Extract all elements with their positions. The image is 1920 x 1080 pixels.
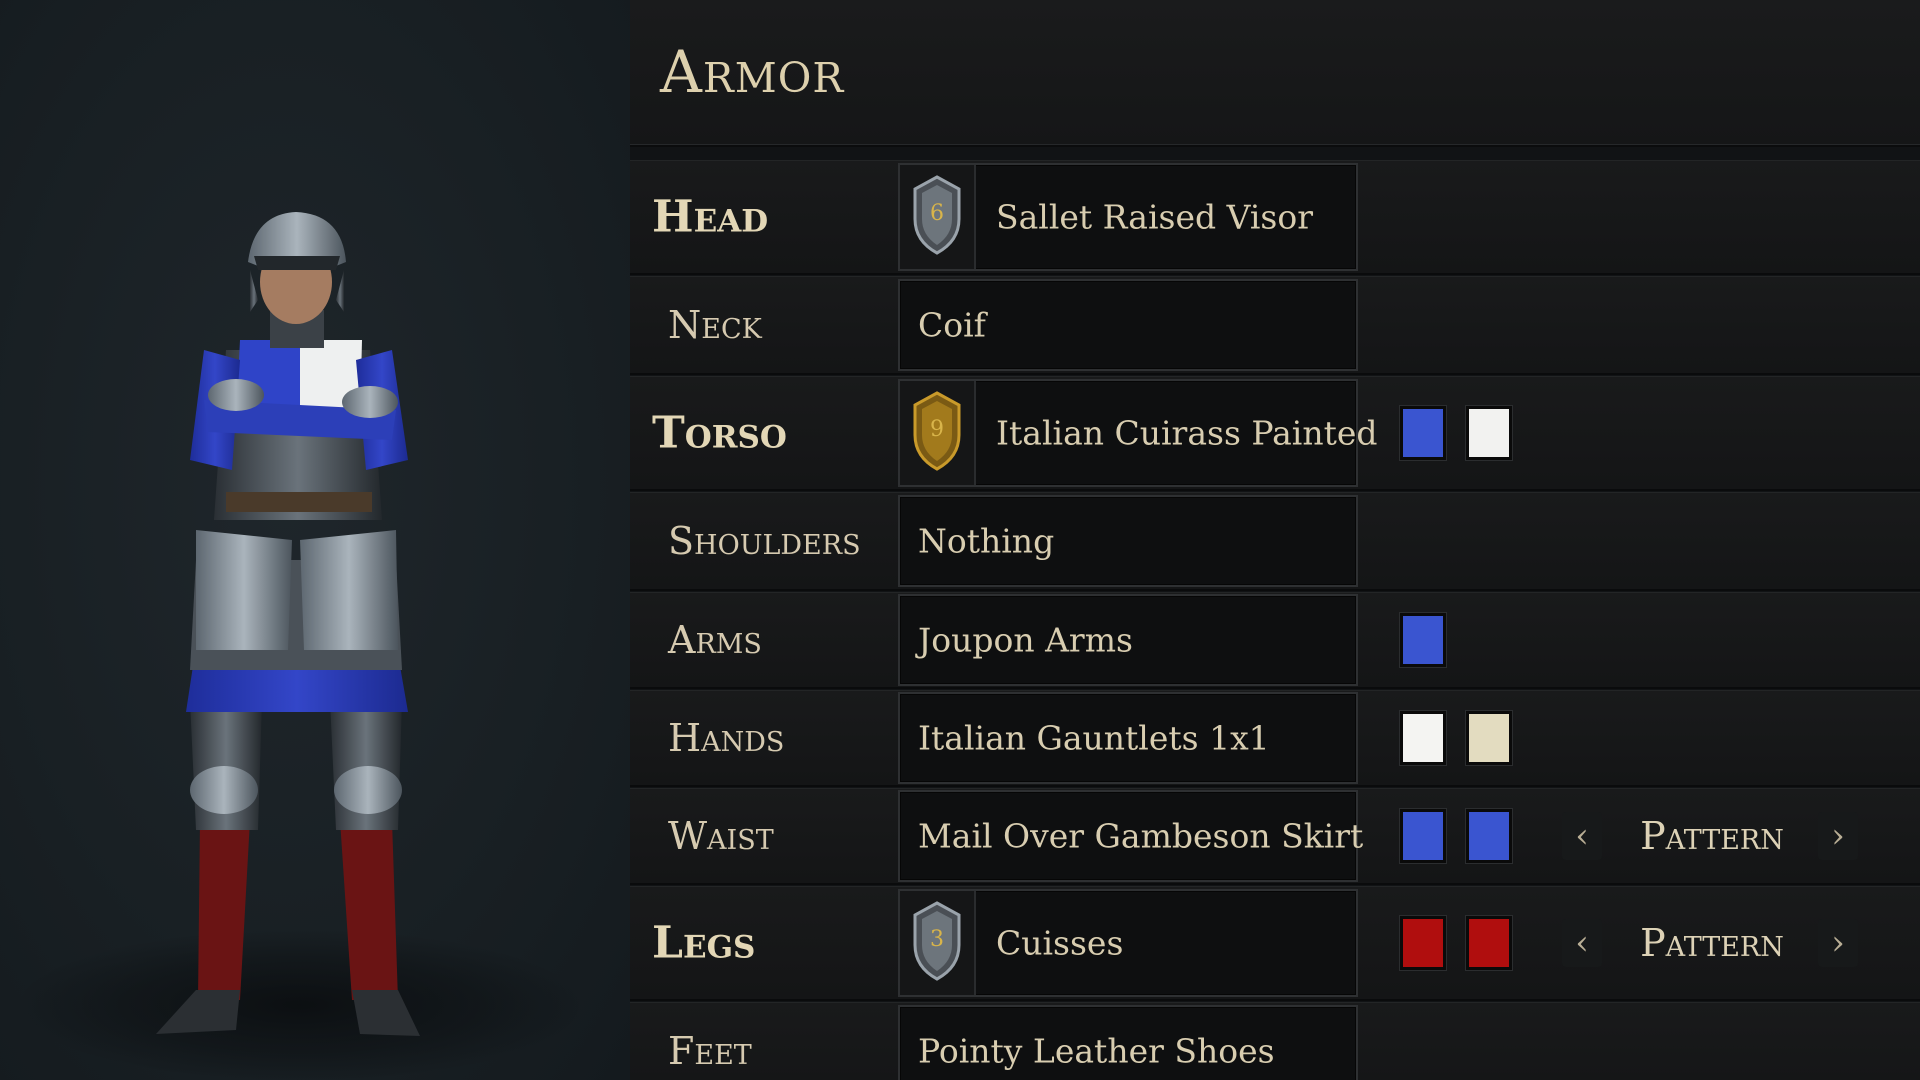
item-selector-shoulders[interactable]: Nothing bbox=[898, 495, 1358, 587]
pattern-label: Pattern bbox=[1640, 814, 1784, 858]
item-selector-arms[interactable]: Joupon Arms bbox=[898, 594, 1358, 686]
color-swatch-torso-2[interactable] bbox=[1466, 406, 1512, 460]
slot-label-torso: Torso bbox=[652, 407, 787, 459]
slot-label-legs: Legs bbox=[652, 917, 756, 969]
tier-number: 9 bbox=[930, 417, 944, 442]
slot-row-shoulders[interactable]: Shoulders Nothing bbox=[630, 492, 1920, 591]
color-swatch-legs-2[interactable] bbox=[1466, 916, 1512, 970]
slot-row-waist[interactable]: Waist Mail Over Gambeson Skirt ‹ Pattern › bbox=[630, 788, 1920, 885]
panel-title: Armor bbox=[660, 38, 845, 106]
slot-row-hands[interactable]: Hands Italian Gauntlets 1x1 bbox=[630, 690, 1920, 787]
item-selector-head[interactable]: 6 Sallet Raised Visor bbox=[898, 163, 1358, 271]
slot-label-arms: Arms bbox=[668, 618, 762, 662]
slot-row-head[interactable]: Head 6 Sallet Raised Visor bbox=[630, 160, 1920, 275]
slot-label-head: Head bbox=[652, 191, 769, 243]
slot-label-feet: Feet bbox=[668, 1029, 752, 1073]
color-swatch-waist-1[interactable] bbox=[1400, 809, 1446, 863]
slot-row-feet[interactable]: Feet Pointy Leather Shoes bbox=[630, 1002, 1920, 1080]
item-name-shoulders: Nothing bbox=[918, 521, 1055, 561]
color-swatch-hands-1[interactable] bbox=[1400, 711, 1446, 765]
slot-label-neck: Neck bbox=[668, 303, 762, 347]
color-swatch-arms-1[interactable] bbox=[1400, 613, 1446, 667]
pattern-selector-legs: ‹ Pattern › bbox=[1562, 913, 1862, 973]
item-name-head: Sallet Raised Visor bbox=[996, 197, 1313, 237]
item-selector-hands[interactable]: Italian Gauntlets 1x1 bbox=[898, 692, 1358, 784]
item-selector-torso[interactable]: 9 Italian Cuirass Painted bbox=[898, 379, 1377, 487]
chevron-left-icon[interactable]: ‹ bbox=[1562, 812, 1602, 860]
tier-shield-icon: 9 bbox=[900, 381, 976, 485]
armor-panel: Armor Head 6 Sallet Raised Visor Neck Coif To… bbox=[630, 0, 1920, 1080]
item-name-torso: Italian Cuirass Painted bbox=[996, 413, 1378, 453]
item-name-neck: Coif bbox=[918, 305, 986, 345]
slot-row-arms[interactable]: Arms Joupon Arms bbox=[630, 592, 1920, 689]
chevron-left-icon[interactable]: ‹ bbox=[1562, 919, 1602, 967]
color-swatch-legs-1[interactable] bbox=[1400, 916, 1446, 970]
chevron-right-icon[interactable]: › bbox=[1818, 812, 1858, 860]
color-swatch-hands-2[interactable] bbox=[1466, 711, 1512, 765]
tier-number: 6 bbox=[930, 201, 944, 226]
slot-label-waist: Waist bbox=[668, 814, 774, 858]
item-name-feet: Pointy Leather Shoes bbox=[918, 1031, 1275, 1071]
character-preview[interactable] bbox=[0, 0, 630, 1080]
pattern-selector-waist: ‹ Pattern › bbox=[1562, 806, 1862, 866]
item-name-arms: Joupon Arms bbox=[918, 620, 1133, 660]
slot-row-torso[interactable]: Torso 9 Italian Cuirass Painted bbox=[630, 376, 1920, 491]
color-swatch-torso-1[interactable] bbox=[1400, 406, 1446, 460]
slot-row-neck[interactable]: Neck Coif bbox=[630, 276, 1920, 375]
slot-label-shoulders: Shoulders bbox=[668, 519, 861, 563]
item-selector-waist[interactable]: Mail Over Gambeson Skirt bbox=[898, 790, 1363, 882]
tier-number: 3 bbox=[930, 927, 944, 952]
knight-figure bbox=[156, 212, 420, 1036]
item-name-waist: Mail Over Gambeson Skirt bbox=[918, 816, 1364, 856]
item-selector-neck[interactable]: Coif bbox=[898, 279, 1358, 371]
slot-label-hands: Hands bbox=[668, 716, 785, 760]
item-name-legs: Cuisses bbox=[996, 923, 1124, 963]
panel-header: Armor bbox=[630, 0, 1920, 147]
pattern-label: Pattern bbox=[1640, 921, 1784, 965]
item-selector-legs[interactable]: 3 Cuisses bbox=[898, 889, 1358, 997]
tier-shield-icon: 3 bbox=[900, 891, 976, 995]
tier-shield-icon: 6 bbox=[900, 165, 976, 269]
chevron-right-icon[interactable]: › bbox=[1818, 919, 1858, 967]
slot-row-legs[interactable]: Legs 3 Cuisses ‹ Pattern › bbox=[630, 886, 1920, 1001]
item-name-hands: Italian Gauntlets 1x1 bbox=[918, 718, 1270, 758]
color-swatch-waist-2[interactable] bbox=[1466, 809, 1512, 863]
item-selector-feet[interactable]: Pointy Leather Shoes bbox=[898, 1005, 1358, 1080]
